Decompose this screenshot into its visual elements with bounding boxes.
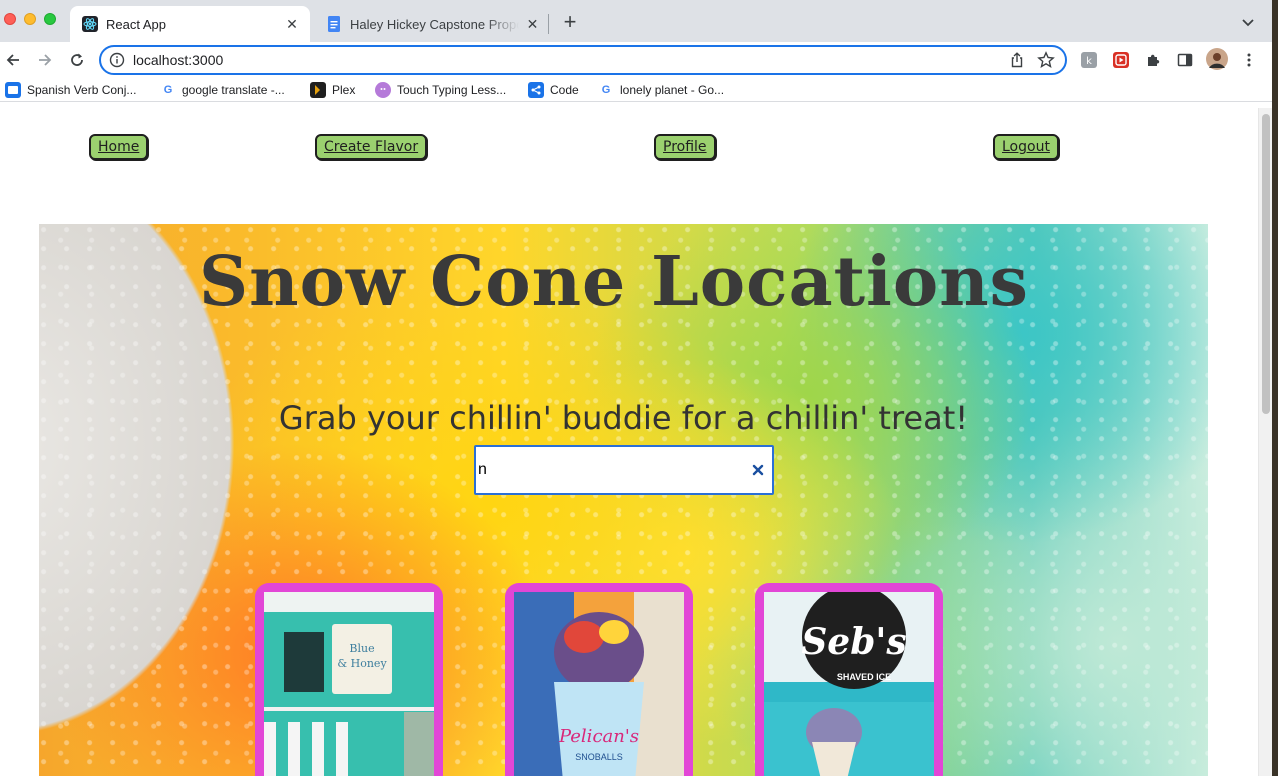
avatar[interactable] bbox=[1206, 48, 1228, 70]
plex-icon bbox=[310, 82, 326, 98]
bookmark-spanish-verb[interactable]: Spanish Verb Conj... bbox=[5, 81, 136, 99]
bookmark-label: Touch Typing Less... bbox=[397, 83, 507, 97]
page-viewport: Home Create Flavor Profile Logout Snow C… bbox=[0, 108, 1258, 776]
location-search bbox=[474, 445, 774, 495]
google-icon: G bbox=[163, 84, 173, 96]
share-icon[interactable] bbox=[1009, 52, 1025, 68]
new-tab-button[interactable]: + bbox=[560, 11, 580, 33]
tab-title: Haley Hickey Capstone Propos bbox=[350, 16, 519, 32]
spanish-verb-icon bbox=[5, 82, 21, 98]
bookmark-plex[interactable]: Plex bbox=[310, 81, 355, 99]
location-card[interactable]: Seb's SHAVED ICE bbox=[755, 583, 943, 776]
home-button[interactable]: Home bbox=[89, 134, 149, 160]
logout-button[interactable]: Logout bbox=[993, 134, 1059, 160]
tab-separator bbox=[548, 14, 549, 34]
svg-text:& Honey: & Honey bbox=[337, 657, 387, 670]
svg-text:Blue: Blue bbox=[349, 642, 374, 655]
bookmark-google-translate[interactable]: G google translate -... bbox=[160, 81, 285, 99]
close-window-button[interactable] bbox=[4, 13, 16, 25]
page-scrollbar[interactable] bbox=[1258, 108, 1272, 776]
bookmark-touch-typing[interactable]: Touch Typing Less... bbox=[375, 81, 506, 99]
browser-toolbar: localhost:3000 k bbox=[0, 42, 1278, 78]
tab-react-app[interactable]: React App ✕ bbox=[70, 6, 310, 42]
reload-icon[interactable] bbox=[67, 50, 87, 70]
bookmark-star-icon[interactable] bbox=[1037, 51, 1055, 69]
close-icon[interactable]: ✕ bbox=[284, 16, 300, 32]
scrollbar-thumb[interactable] bbox=[1262, 114, 1270, 414]
google-icon: G bbox=[601, 84, 611, 96]
bookmark-label: google translate -... bbox=[182, 83, 285, 97]
bookmark-lonely-planet[interactable]: G lonely planet - Go... bbox=[598, 81, 724, 99]
create-flavor-button[interactable]: Create Flavor bbox=[315, 134, 428, 160]
bookmark-label: lonely planet - Go... bbox=[620, 83, 725, 97]
chevron-down-icon[interactable] bbox=[1240, 14, 1256, 30]
sebs-logo-text: Seb's bbox=[801, 621, 906, 663]
tab-capstone-proposal[interactable]: Haley Hickey Capstone Propos ✕ bbox=[314, 6, 550, 42]
bookmark-label: Code bbox=[550, 83, 579, 97]
video-extension-icon[interactable] bbox=[1112, 51, 1130, 69]
clear-icon[interactable] bbox=[748, 460, 768, 480]
browser-tab-bar: React App ✕ Haley Hickey Capstone Propos… bbox=[0, 0, 1278, 42]
location-card[interactable]: Pelican's SNOBALLS bbox=[505, 583, 693, 776]
sebs-logo-subtext: SHAVED ICE bbox=[837, 672, 891, 682]
bookmark-label: Spanish Verb Conj... bbox=[27, 83, 137, 97]
tab-title: React App bbox=[106, 16, 166, 32]
puzzle-icon[interactable] bbox=[1144, 51, 1162, 69]
minimize-window-button[interactable] bbox=[24, 13, 36, 25]
forward-arrow-icon[interactable] bbox=[35, 50, 55, 70]
page-subtitle: Grab your chillin' buddie for a chillin'… bbox=[278, 399, 969, 437]
location-card[interactable]: Blue & Honey bbox=[255, 583, 443, 776]
bookmark-label: Plex bbox=[332, 83, 356, 97]
close-icon[interactable]: ✕ bbox=[525, 16, 540, 32]
code-icon bbox=[528, 82, 544, 98]
extension-icon[interactable]: k bbox=[1080, 51, 1098, 69]
react-icon bbox=[82, 16, 98, 32]
typing-icon bbox=[375, 82, 391, 98]
zoom-window-button[interactable] bbox=[44, 13, 56, 25]
bookmarks-bar: Spanish Verb Conj... G google translate … bbox=[0, 78, 1278, 102]
back-arrow-icon[interactable] bbox=[3, 50, 23, 70]
snoball-cup-photo: Pelican's SNOBALLS bbox=[514, 592, 684, 776]
sebs-shaved-ice-photo: Seb's SHAVED ICE bbox=[764, 592, 934, 776]
svg-text:k: k bbox=[1086, 56, 1092, 67]
svg-text:SNOBALLS: SNOBALLS bbox=[575, 752, 623, 762]
bookmark-code[interactable]: Code bbox=[528, 81, 579, 99]
url-text: localhost:3000 bbox=[133, 52, 224, 68]
info-icon[interactable] bbox=[109, 52, 125, 68]
more-vertical-icon[interactable] bbox=[1240, 51, 1258, 69]
page-title: Snow Cone Locations bbox=[199, 242, 1029, 322]
google-docs-icon bbox=[326, 16, 342, 32]
desktop-edge bbox=[1272, 0, 1278, 776]
food-truck-photo: Blue & Honey bbox=[264, 592, 434, 776]
search-input[interactable] bbox=[476, 450, 748, 490]
profile-button[interactable]: Profile bbox=[654, 134, 716, 160]
svg-text:Pelican's: Pelican's bbox=[558, 726, 639, 747]
hero-banner: Snow Cone Locations Grab your chillin' b… bbox=[39, 224, 1208, 776]
side-panel-icon[interactable] bbox=[1176, 51, 1194, 69]
address-bar[interactable]: localhost:3000 bbox=[99, 45, 1067, 75]
